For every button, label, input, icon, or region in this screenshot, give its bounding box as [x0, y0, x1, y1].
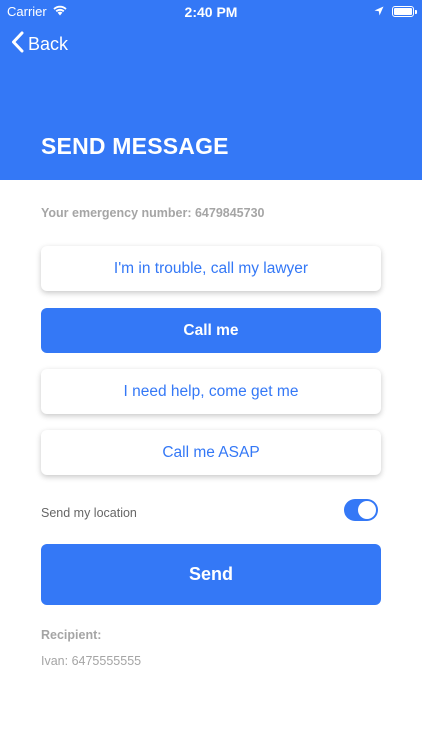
emergency-number-label: Your emergency number: 6479845730 — [41, 206, 265, 220]
battery-icon — [392, 6, 417, 17]
message-option-call-me[interactable]: Call me — [41, 308, 381, 353]
message-option-lawyer[interactable]: I'm in trouble, call my lawyer — [41, 246, 381, 291]
recipient-heading: Recipient: — [41, 628, 102, 642]
status-time: 2:40 PM — [184, 4, 238, 20]
location-arrow-icon — [374, 4, 384, 19]
send-location-toggle[interactable] — [344, 499, 378, 521]
message-option-come-get-me[interactable]: I need help, come get me — [41, 369, 381, 414]
status-bar: Carrier 2:40 PM — [0, 0, 422, 22]
send-location-label: Send my location — [41, 506, 137, 520]
header-bar: Carrier 2:40 PM Back SEND MESSAGE — [0, 0, 422, 180]
chevron-left-icon — [11, 31, 24, 58]
page-title: SEND MESSAGE — [41, 133, 229, 159]
back-button[interactable]: Back — [11, 30, 68, 58]
status-right — [374, 4, 417, 19]
send-button[interactable]: Send — [41, 544, 381, 605]
toggle-knob — [358, 501, 376, 519]
back-label: Back — [28, 33, 69, 54]
recipient-value: Ivan: 6475555555 — [41, 654, 142, 668]
message-option-call-asap[interactable]: Call me ASAP — [41, 430, 381, 475]
